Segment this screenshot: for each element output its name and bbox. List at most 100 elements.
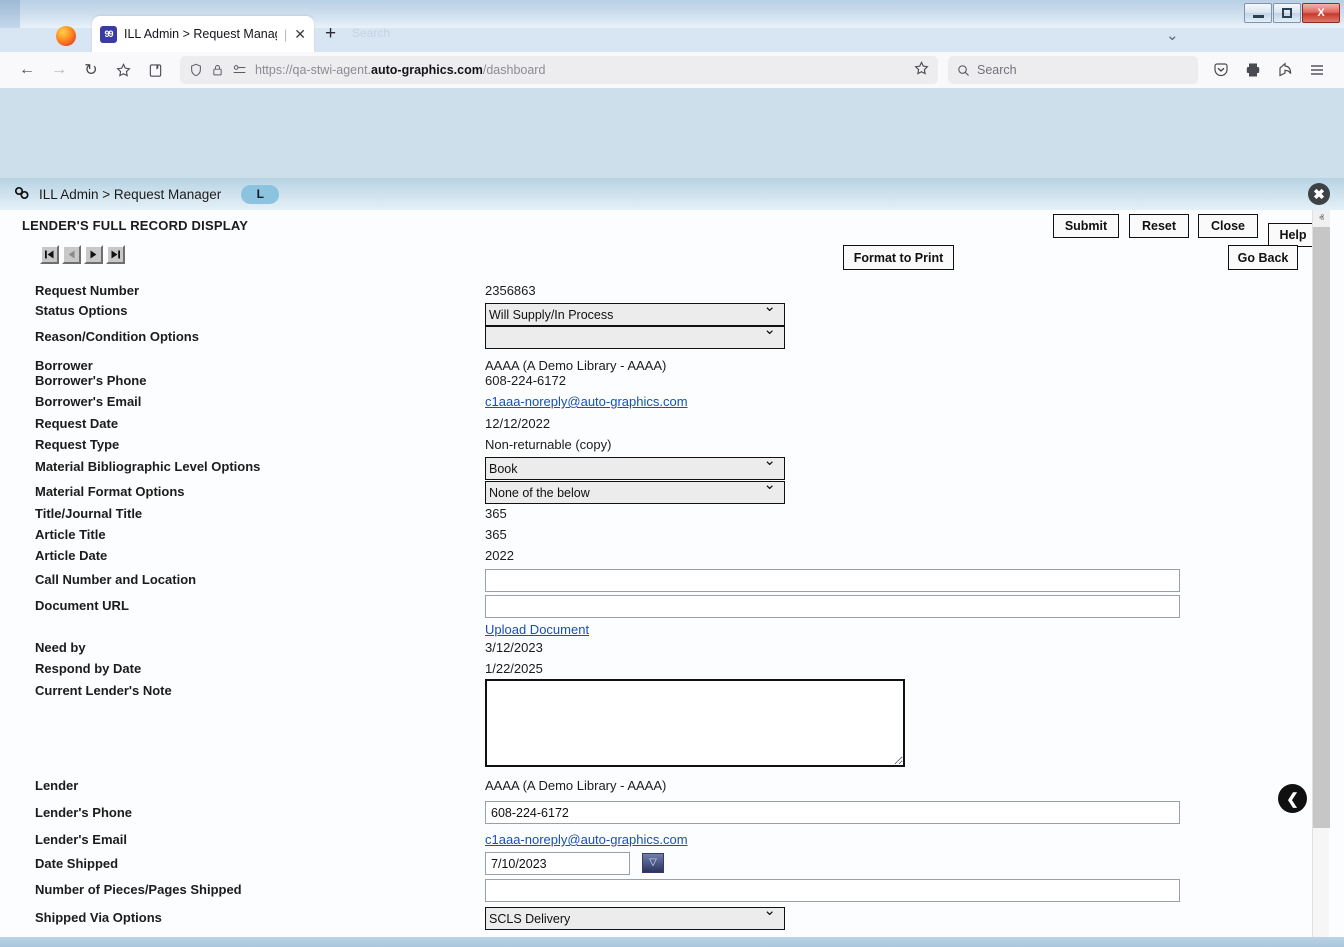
- chevron-down-icon[interactable]: ⌄: [1166, 26, 1179, 44]
- lock-icon[interactable]: [211, 63, 224, 77]
- app-menu-icon[interactable]: [1302, 56, 1332, 84]
- value-borrowers-phone: 608-224-6172: [485, 373, 566, 388]
- breadcrumb-bar: ILL Admin > Request Manager L ✖: [0, 178, 1344, 210]
- tab-favicon-icon: 99: [100, 25, 117, 43]
- lender-badge: L: [241, 184, 280, 204]
- label-title-journal-title: Title/Journal Title: [35, 506, 143, 521]
- date-shipped-input[interactable]: [485, 852, 630, 875]
- number-of-pieces-input[interactable]: [485, 879, 1180, 902]
- window-bottom-edge: [0, 937, 1344, 947]
- page-content: LENDER'S FULL RECORD DISPLAY Submit Rese…: [0, 210, 1344, 937]
- label-request-type: Request Type: [35, 437, 120, 452]
- os-window: X 99 ILL Admin > Request Manager | ✕ + S…: [0, 0, 1344, 947]
- value-article-title: 365: [485, 527, 507, 542]
- page-scrollbar[interactable]: ⱏ: [1312, 210, 1330, 937]
- breadcrumb[interactable]: ILL Admin > Request Manager: [39, 187, 221, 202]
- current-lenders-note-textarea[interactable]: [485, 679, 905, 767]
- shipped-via-options-select[interactable]: SCLS Delivery: [485, 907, 785, 930]
- triangle-down-icon: ▽: [649, 857, 657, 868]
- label-lenders-email: Lender's Email: [35, 832, 127, 847]
- scrollbar-thumb[interactable]: [1313, 227, 1330, 828]
- value-request-type: Non-returnable (copy): [485, 437, 612, 452]
- label-reason-condition-options: Reason/Condition Options: [35, 329, 199, 344]
- label-lenders-phone: Lender's Phone: [35, 805, 132, 820]
- material-format-options-select[interactable]: None of the below: [485, 481, 785, 504]
- label-article-date: Article Date: [35, 548, 108, 563]
- firefox-logo-icon: [56, 26, 76, 46]
- site-permissions-icon[interactable]: [232, 63, 247, 77]
- label-borrowers-phone: Borrower's Phone: [35, 373, 147, 388]
- scroll-up-button[interactable]: ⱏ: [1313, 210, 1330, 227]
- previous-record-side-button[interactable]: ❮: [1278, 784, 1307, 813]
- url-text: https://qa-stwi-agent.auto-graphics.com/…: [255, 63, 546, 77]
- reload-button[interactable]: ↻: [76, 56, 106, 84]
- value-respond-by-date: 1/22/2025: [485, 661, 543, 676]
- value-title-journal-title: 365: [485, 506, 507, 521]
- label-date-shipped: Date Shipped: [35, 856, 119, 871]
- label-article-title: Article Title: [35, 527, 106, 542]
- label-document-url: Document URL: [35, 598, 129, 613]
- label-lender: Lender: [35, 778, 79, 793]
- chain-link-icon: [14, 186, 30, 203]
- last-record-button[interactable]: [106, 245, 125, 264]
- print-icon[interactable]: [1238, 56, 1268, 84]
- lender-record-form: Request Number 2356863 Status Options Wi…: [0, 275, 1344, 937]
- lenders-phone-input[interactable]: [485, 801, 1180, 824]
- save-to-pocket-icon[interactable]: [140, 56, 170, 84]
- previous-record-button[interactable]: [62, 245, 81, 264]
- reset-button[interactable]: Reset: [1129, 214, 1189, 238]
- borrowers-email-link[interactable]: c1aaa-noreply@auto-graphics.com: [485, 394, 688, 409]
- upload-document-link[interactable]: Upload Document: [485, 622, 589, 637]
- share-icon[interactable]: [1270, 56, 1300, 84]
- label-borrowers-email: Borrower's Email: [35, 394, 142, 409]
- format-to-print-button[interactable]: Format to Print: [843, 245, 954, 270]
- browser-search-bar[interactable]: Search: [948, 56, 1198, 84]
- tab-close-icon[interactable]: ✕: [294, 27, 306, 41]
- back-button[interactable]: ←: [12, 56, 42, 84]
- label-call-number-and-location: Call Number and Location: [35, 572, 197, 587]
- help-button[interactable]: Help: [1268, 223, 1318, 247]
- label-need-by: Need by: [35, 640, 86, 655]
- label-number-of-pieces: Number of Pieces/Pages Shipped: [35, 882, 242, 897]
- search-icon: [957, 64, 970, 77]
- save-to-pocket-toolbar-icon[interactable]: [1206, 56, 1236, 84]
- shield-icon[interactable]: [189, 63, 203, 77]
- label-request-date: Request Date: [35, 416, 119, 431]
- forward-button[interactable]: →: [44, 56, 74, 84]
- label-material-bib-level-options: Material Bibliographic Level Options: [35, 459, 261, 474]
- value-need-by: 3/12/2023: [485, 640, 543, 655]
- browser-search-placeholder: Search: [977, 63, 1017, 77]
- first-record-button[interactable]: [40, 245, 59, 264]
- lenders-email-link[interactable]: c1aaa-noreply@auto-graphics.com: [485, 832, 688, 847]
- tabstrip-ghost-text: Search: [352, 26, 391, 40]
- document-url-input[interactable]: [485, 595, 1180, 618]
- close-button[interactable]: Close: [1198, 214, 1258, 238]
- page-title: LENDER'S FULL RECORD DISPLAY: [22, 218, 249, 233]
- next-record-button[interactable]: [84, 245, 103, 264]
- reason-condition-options-select[interactable]: [485, 326, 785, 349]
- browser-tab[interactable]: 99 ILL Admin > Request Manager | ✕: [92, 16, 314, 52]
- app-header: (AAAA) Auto-Graphics Community Library A…: [0, 88, 1344, 259]
- browser-tabstrip: 99 ILL Admin > Request Manager | ✕ + Sea…: [0, 8, 1344, 52]
- label-material-format-options: Material Format Options: [35, 484, 185, 499]
- tab-title: ILL Admin > Request Manager: [124, 27, 277, 41]
- new-tab-button[interactable]: +: [325, 24, 336, 43]
- label-respond-by-date: Respond by Date: [35, 661, 142, 676]
- close-icon[interactable]: ✖: [1308, 183, 1330, 205]
- date-picker-button[interactable]: ▽: [642, 853, 664, 873]
- label-status-options: Status Options: [35, 303, 128, 318]
- label-current-lenders-note: Current Lender's Note: [35, 683, 172, 698]
- url-bar[interactable]: https://qa-stwi-agent.auto-graphics.com/…: [180, 56, 938, 84]
- call-number-and-location-input[interactable]: [485, 569, 1180, 592]
- bookmark-star-icon[interactable]: [108, 56, 138, 84]
- value-article-date: 2022: [485, 548, 514, 563]
- submit-button[interactable]: Submit: [1053, 214, 1119, 238]
- record-navigation: [40, 245, 125, 264]
- label-shipped-via-options: Shipped Via Options: [35, 910, 162, 925]
- tab-separator: |: [283, 26, 288, 42]
- value-request-date: 12/12/2022: [485, 416, 551, 431]
- value-lender: AAAA (A Demo Library - AAAA): [485, 778, 667, 793]
- go-back-button[interactable]: Go Back: [1228, 245, 1298, 270]
- url-bookmark-icon[interactable]: [914, 61, 929, 79]
- browser-navbar: ← → ↻ https://qa-stwi-agent.auto-graphic…: [0, 52, 1344, 88]
